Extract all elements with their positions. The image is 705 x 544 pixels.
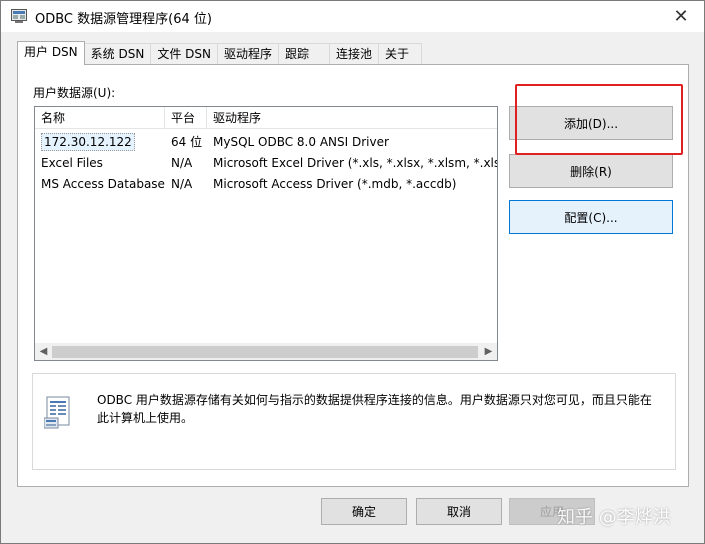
horizontal-scrollbar[interactable]: ◀ ▶ <box>35 343 497 360</box>
info-box: ODBC 用户数据源存储有关如何与指示的数据提供程序连接的信息。用户数据源只对您… <box>32 373 676 470</box>
column-header-name[interactable]: 名称 <box>35 107 165 129</box>
tab-drivers[interactable]: 驱动程序 <box>216 43 279 65</box>
tab-connection-pooling[interactable]: 连接池 <box>328 43 379 65</box>
scroll-left-arrow-icon[interactable]: ◀ <box>35 344 52 360</box>
cancel-button[interactable]: 取消 <box>416 498 502 525</box>
add-button[interactable]: 添加(D)... <box>509 106 673 140</box>
row-driver: MySQL ODBC 8.0 ANSI Driver <box>213 135 389 149</box>
tab-user-dsn[interactable]: 用户 DSN <box>17 41 85 65</box>
list-header: 名称 平台 驱动程序 <box>35 107 497 129</box>
row-name: 172.30.12.122 <box>41 133 135 151</box>
configure-button[interactable]: 配置(C)... <box>509 200 673 234</box>
user-dsn-panel: 用户数据源(U): 名称 平台 驱动程序 172.30.12.122 64 位 … <box>17 64 689 487</box>
data-source-info-icon <box>44 396 70 429</box>
row-platform: 64 位 <box>171 135 203 149</box>
row-name: MS Access Database <box>41 177 165 191</box>
title-bar: ODBC 数据源管理程序(64 位) ✕ <box>1 1 704 32</box>
row-driver: Microsoft Access Driver (*.mdb, *.accdb) <box>213 177 457 191</box>
row-platform: N/A <box>171 156 193 170</box>
window-title: ODBC 数据源管理程序(64 位) <box>35 12 212 27</box>
scroll-thumb[interactable] <box>52 346 478 358</box>
close-icon: ✕ <box>673 6 689 27</box>
column-header-driver[interactable]: 驱动程序 <box>207 107 497 129</box>
row-driver: Microsoft Excel Driver (*.xls, *.xlsx, *… <box>213 156 498 170</box>
odbc-app-icon <box>11 9 27 23</box>
tab-file-dsn[interactable]: 文件 DSN <box>150 43 218 65</box>
tab-about[interactable]: 关于 <box>378 43 422 65</box>
row-platform: N/A <box>171 177 193 191</box>
ok-button[interactable]: 确定 <box>321 498 407 525</box>
list-row[interactable]: MS Access Database N/A Microsoft Access … <box>35 174 497 195</box>
data-source-list[interactable]: 名称 平台 驱动程序 172.30.12.122 64 位 MySQL ODBC… <box>34 106 498 361</box>
row-name: Excel Files <box>41 156 103 170</box>
list-row[interactable]: 172.30.12.122 64 位 MySQL ODBC 8.0 ANSI D… <box>35 132 497 153</box>
list-label: 用户数据源(U): <box>33 86 116 100</box>
watermark-text: 知乎 @李烨洪 <box>557 507 671 528</box>
tab-tracing[interactable]: 跟踪 <box>277 43 330 65</box>
column-header-platform[interactable]: 平台 <box>165 107 207 129</box>
odbc-window: ODBC 数据源管理程序(64 位) ✕ 用户 DSN 系统 DSN 文件 DS… <box>0 0 705 544</box>
list-row[interactable]: Excel Files N/A Microsoft Excel Driver (… <box>35 153 497 174</box>
remove-button[interactable]: 删除(R) <box>509 154 673 188</box>
tab-strip: 用户 DSN 系统 DSN 文件 DSN 驱动程序 跟踪 连接池 关于 <box>17 41 422 65</box>
tab-system-dsn[interactable]: 系统 DSN <box>83 43 152 65</box>
info-text: ODBC 用户数据源存储有关如何与指示的数据提供程序连接的信息。用户数据源只对您… <box>97 393 652 425</box>
scroll-right-arrow-icon[interactable]: ▶ <box>480 344 497 360</box>
close-button[interactable]: ✕ <box>658 1 704 32</box>
